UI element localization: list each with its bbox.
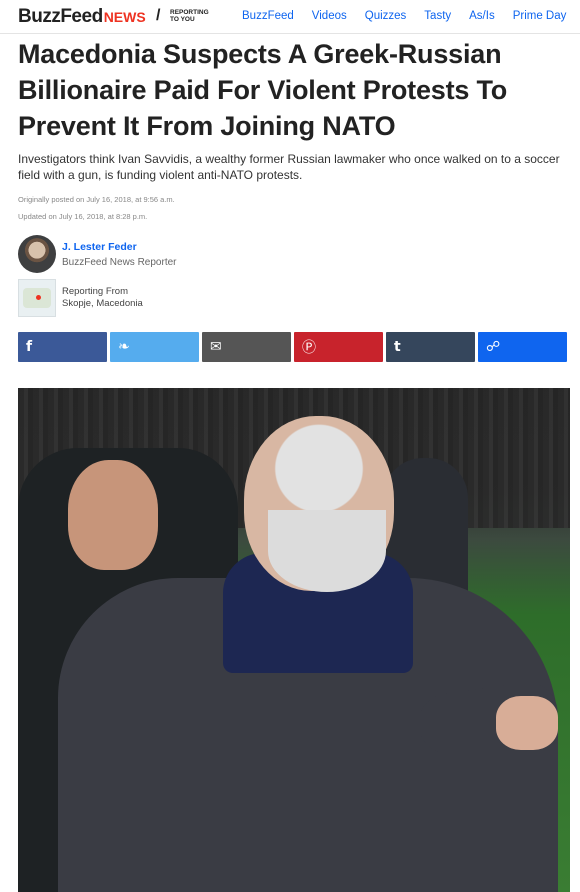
location-value: Skopje, Macedonia [62, 298, 143, 309]
author-role: BuzzFeed News Reporter [62, 256, 177, 268]
logo-news-text: NEWS [103, 9, 146, 25]
copy-link-button[interactable]: ☍ [478, 332, 567, 362]
article-lead-photo [18, 388, 570, 892]
posted-timestamp: Originally posted on July 16, 2018, at 9… [18, 195, 175, 204]
author-byline[interactable]: J. Lester Feder BuzzFeed News Reporter [18, 234, 177, 274]
nav-link-videos[interactable]: Videos [312, 10, 347, 22]
location-label: Reporting From [62, 286, 128, 297]
nav-link-tasty[interactable]: Tasty [424, 10, 451, 22]
updated-timestamp: Updated on July 16, 2018, at 8:28 p.m. [18, 212, 148, 221]
nav-link-as-is[interactable]: As/Is [469, 10, 495, 22]
location-text: Reporting From Skopje, Macedonia [62, 286, 143, 310]
tagline-line-2: TO YOU [170, 16, 195, 23]
twitter-icon: ❧ [118, 339, 130, 355]
nav-link-buzzfeed[interactable]: BuzzFeed [242, 10, 294, 22]
photo-beard [268, 510, 386, 592]
map-location-dot [36, 295, 41, 300]
nav-link-prime-day[interactable]: Prime Day [513, 10, 567, 22]
nav-link-quizzes[interactable]: Quizzes [365, 10, 407, 22]
link-icon: ☍ [486, 339, 501, 355]
share-twitter-button[interactable]: ❧ [110, 332, 199, 362]
pinterest-icon: Ⓟ [302, 340, 316, 356]
share-pinterest-button[interactable]: Ⓟ [294, 332, 383, 362]
share-facebook-button[interactable]: f [18, 332, 107, 362]
share-email-button[interactable]: ✉ [202, 332, 291, 362]
author-info: J. Lester Feder BuzzFeed News Reporter [62, 241, 177, 268]
top-navigation: BuzzFeed NEWS / REPORTING TO YOU BuzzFee… [0, 0, 580, 34]
share-bar: f ❧ ✉ Ⓟ t ☍ [18, 332, 567, 362]
facebook-icon: f [26, 339, 33, 355]
article-dek: Investigators think Ivan Savvidis, a wea… [18, 152, 560, 182]
buzzfeed-news-logo[interactable]: BuzzFeed NEWS [18, 6, 146, 28]
tumblr-icon: t [394, 339, 401, 355]
photo-hand [496, 696, 558, 750]
reporting-location: Reporting From Skopje, Macedonia [18, 279, 143, 317]
location-map-icon [18, 279, 56, 317]
article-headline: Macedonia Suspects A Greek-Russian Billi… [18, 39, 508, 141]
author-avatar[interactable] [18, 235, 56, 273]
logo-buzzfeed-text: BuzzFeed [18, 6, 103, 27]
tagline-line-1: REPORTING [170, 9, 209, 16]
reporting-to-you-tagline: REPORTING TO YOU [170, 9, 230, 23]
share-tumblr-button[interactable]: t [386, 332, 475, 362]
email-icon: ✉ [210, 339, 222, 355]
photo-bodyguard-head [68, 460, 158, 570]
logo-slash: / [156, 7, 161, 24]
site-nav-links: BuzzFeed Videos Quizzes Tasty As/Is Prim… [242, 10, 580, 22]
author-name[interactable]: J. Lester Feder [62, 241, 177, 253]
